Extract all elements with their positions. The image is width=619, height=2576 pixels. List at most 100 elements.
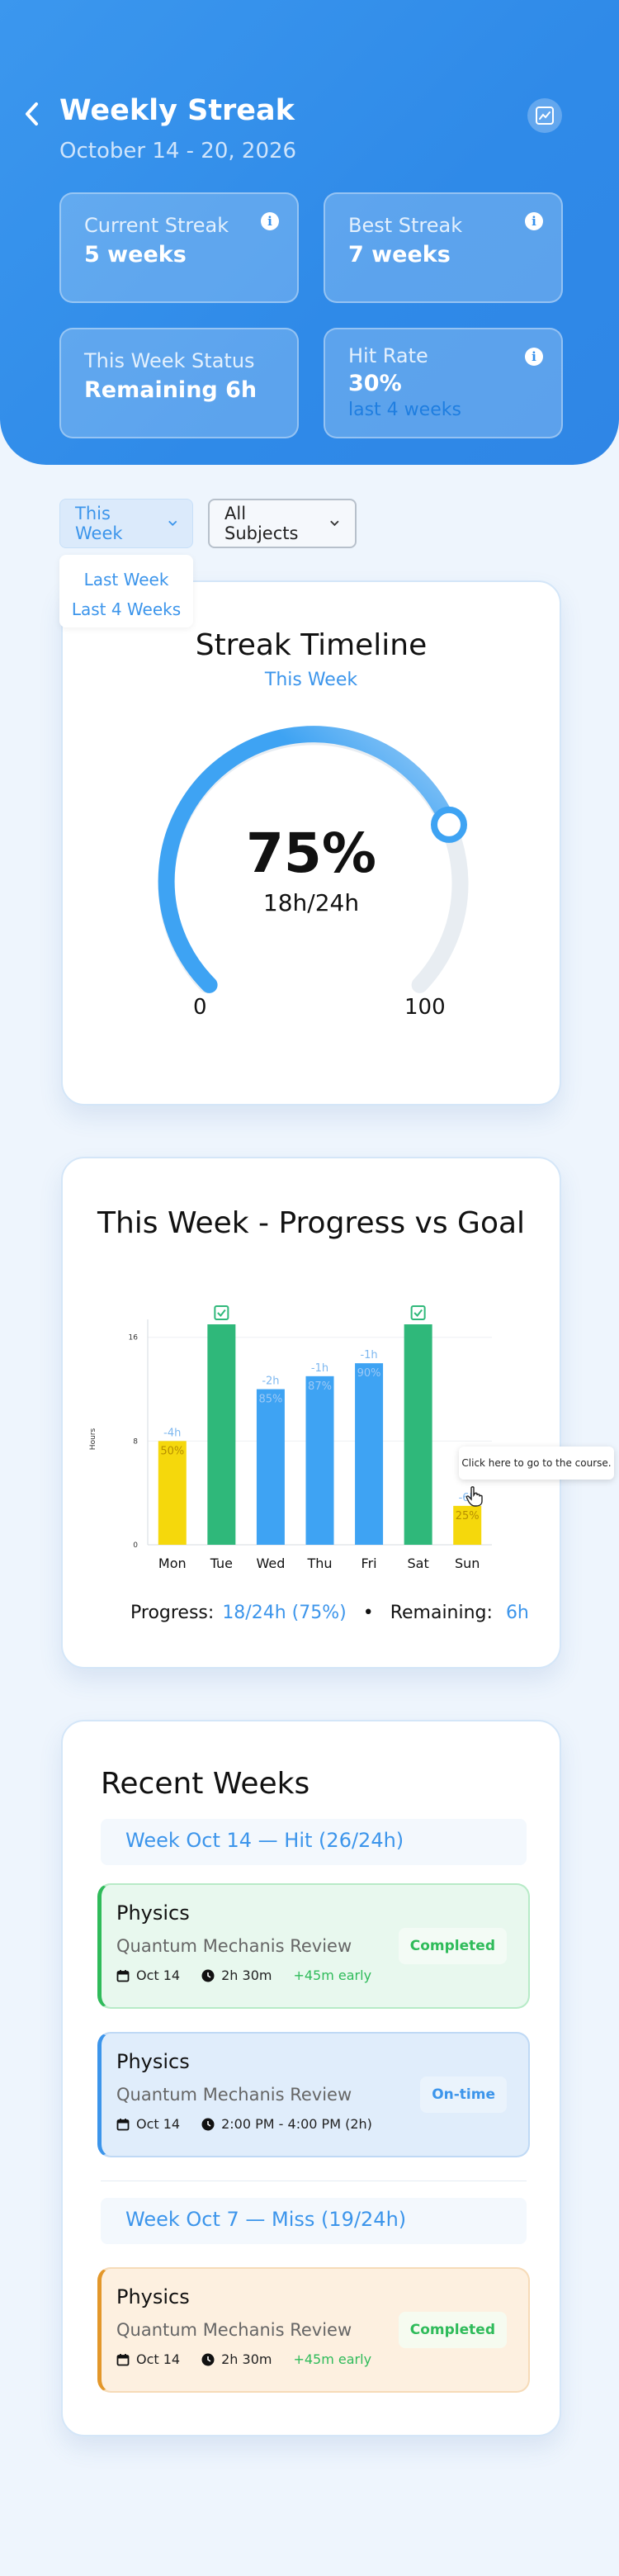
progress-label: Progress: [130, 1603, 215, 1623]
date-text: Oct 14 [136, 1968, 181, 1983]
best-streak-card: Best Streak 7 weeks i [324, 192, 563, 303]
y-tick-label: 8 [133, 1437, 138, 1446]
chevron-down-icon [330, 520, 339, 527]
bar-percent-label: 50% [160, 1445, 184, 1457]
calendar-icon [116, 2353, 130, 2365]
bar-percent-label: 87% [308, 1380, 332, 1393]
session-date: Oct 14 [116, 2116, 180, 2132]
bar[interactable] [305, 1376, 334, 1545]
time-text: 2:00 PM - 4:00 PM (2h) [221, 2116, 372, 2132]
subject-dropdown[interactable]: All Subjects [208, 499, 357, 548]
session-subject: Physics [116, 2285, 190, 2308]
y-axis-label: Hours [89, 1428, 97, 1451]
session-subject: Physics [116, 2050, 190, 2073]
clock-icon [201, 1969, 215, 1982]
hit-rate-card: Hit Rate 30% last 4 weeks i [324, 328, 563, 438]
bar-deficit-label: -2h [262, 1376, 279, 1388]
goal-check-icon [214, 1305, 229, 1320]
session-time: 2h 30m [201, 1968, 272, 1983]
session-date: Oct 14 [116, 2351, 180, 2367]
course-tooltip[interactable]: Click here to go to the course. [459, 1447, 614, 1480]
progress-card: This Week - Progress vs Goal 0 8 16 Hours Mo… [61, 1157, 561, 1669]
early-note: +45m early [293, 1968, 372, 1983]
progress-bar-chart: 0 8 16 Hours Mon 50% -4h Tue Wed 85% -2h Thu 87% -1h F… [89, 1305, 492, 1571]
session-meta: Oct 14 2h 30m +45m early [116, 1968, 513, 1983]
status-badge: Completed [398, 1928, 507, 1964]
session-time: 2h 30m [201, 2351, 272, 2367]
week-status-card: This Week Status Remaining 6h [59, 328, 299, 438]
streak-timeline-card: Streak Timeline This Week 75% 18h/24h 0 … [61, 580, 561, 1106]
bar-deficit-label: -1h [360, 1349, 377, 1361]
gauge-max-label: 100 [404, 995, 446, 1020]
bar-deficit-label: -4h [163, 1427, 181, 1439]
gauge-percent: 75% [246, 822, 376, 885]
session-time: 2:00 PM - 4:00 PM (2h) [201, 2116, 372, 2132]
session-item[interactable]: Physics Quantum Mechanis Review Oct 14 2… [97, 1883, 530, 2009]
status-badge: On-time [420, 2076, 507, 2113]
x-tick-label: Sat [408, 1556, 429, 1571]
chevron-down-icon [168, 520, 177, 527]
header-panel: Weekly Streak October 14 - 20, 2026 Curr… [0, 0, 619, 465]
info-icon[interactable]: i [525, 212, 543, 230]
session-subject: Physics [116, 1901, 190, 1925]
stat-value: 7 weeks [348, 242, 451, 268]
info-icon[interactable]: i [525, 348, 543, 366]
bar-percent-label: 25% [456, 1510, 480, 1522]
remaining-value: 6h [505, 1603, 529, 1623]
time-text: 2h 30m [221, 1968, 272, 1983]
info-icon[interactable]: i [261, 212, 279, 230]
bar[interactable] [207, 1324, 236, 1545]
calendar-icon [116, 2118, 130, 2130]
date-text: Oct 14 [136, 2351, 181, 2367]
gauge-min-label: 0 [193, 995, 207, 1020]
stat-label: Current Streak [84, 214, 229, 237]
date-range: October 14 - 20, 2026 [59, 139, 297, 163]
clock-icon [201, 2353, 215, 2365]
remaining-label: Remaining: [390, 1603, 493, 1623]
menu-item-last-4-weeks[interactable]: Last 4 Weeks [59, 594, 193, 624]
week-header[interactable]: Week Oct 14 — Hit (26/24h) [101, 1819, 527, 1865]
subject-selected: All Subjects [224, 504, 299, 543]
x-tick-label: Mon [158, 1556, 187, 1571]
back-icon[interactable] [21, 99, 45, 129]
session-date: Oct 14 [116, 1968, 180, 1983]
session-item[interactable]: Physics Quantum Mechanis Review Oct 14 2… [97, 2032, 530, 2157]
bar-percent-label: 85% [258, 1394, 282, 1406]
card-title: Recent Weeks [101, 1767, 310, 1801]
stat-label: Hit Rate [348, 344, 428, 367]
separator-dot: • [362, 1603, 374, 1623]
period-selected: This Week [75, 504, 123, 543]
session-item[interactable]: Physics Quantum Mechanis Review Oct 14 2… [97, 2267, 530, 2393]
status-badge: Completed [398, 2312, 507, 2348]
progress-summary: Progress: 18/24h (75%) • Remaining: 6h [130, 1603, 529, 1623]
stat-value: Remaining 6h [84, 377, 258, 403]
clock-icon [201, 2118, 215, 2130]
stat-value: 30% [348, 371, 402, 396]
bar-deficit-label: -1h [311, 1362, 328, 1375]
time-text: 2h 30m [221, 2351, 272, 2367]
session-meta: Oct 14 2h 30m +45m early [116, 2351, 513, 2367]
x-tick-label: Wed [256, 1556, 285, 1571]
stat-label: This Week Status [84, 349, 255, 372]
recent-weeks-card: Recent Weeks Week Oct 14 — Hit (26/24h) … [61, 1720, 561, 2436]
x-tick-label: Tue [210, 1556, 233, 1571]
date-text: Oct 14 [136, 2116, 181, 2132]
progress-value: 18/24h (75%) [222, 1603, 347, 1623]
early-note: +45m early [293, 2351, 372, 2367]
bar[interactable] [256, 1389, 285, 1545]
bar-percent-label: 90% [357, 1367, 381, 1380]
week-header[interactable]: Week Oct 7 — Miss (19/24h) [101, 2198, 527, 2244]
stat-sub: last 4 weeks [348, 400, 461, 420]
menu-item-last-week[interactable]: Last Week [59, 565, 193, 594]
bar[interactable] [404, 1324, 432, 1545]
bar[interactable] [355, 1363, 384, 1545]
page-title: Weekly Streak [59, 94, 295, 127]
x-tick-label: Thu [306, 1556, 332, 1571]
hand-cursor-icon [465, 1486, 483, 1507]
period-dropdown[interactable]: This Week [59, 499, 193, 548]
stat-value: 5 weeks [84, 242, 187, 268]
analytics-icon[interactable] [527, 98, 562, 133]
x-tick-label: Fri [361, 1556, 377, 1571]
period-menu: Last Week Last 4 Weeks [59, 555, 193, 627]
current-streak-card: Current Streak 5 weeks i [59, 192, 299, 303]
